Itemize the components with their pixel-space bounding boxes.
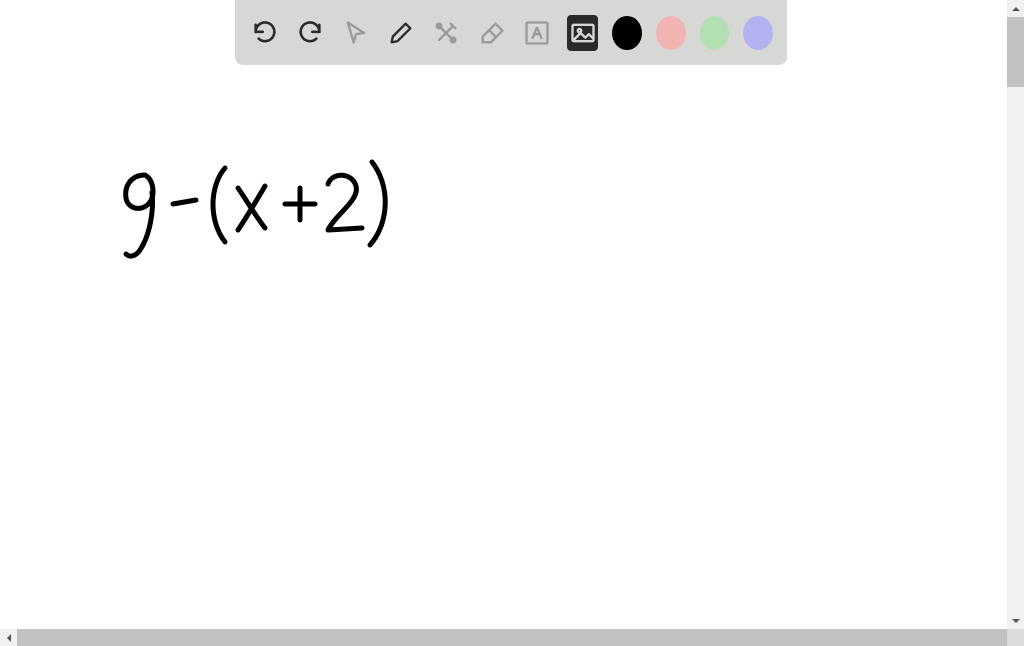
- undo-button[interactable]: [249, 15, 280, 51]
- vertical-scroll-thumb[interactable]: [1007, 17, 1024, 87]
- handwritten-content: 9 - (x + 2): [110, 150, 410, 270]
- horizontal-scroll-thumb[interactable]: [17, 629, 1007, 646]
- undo-icon: [251, 19, 279, 47]
- color-green[interactable]: [700, 16, 730, 50]
- text-button[interactable]: [522, 15, 553, 51]
- text-icon: [523, 19, 551, 47]
- eraser-button[interactable]: [476, 15, 507, 51]
- color-black[interactable]: [612, 16, 642, 50]
- chevron-down-icon: [1011, 616, 1021, 626]
- image-button[interactable]: [567, 15, 598, 51]
- color-pink[interactable]: [656, 16, 686, 50]
- tools-button[interactable]: [431, 15, 462, 51]
- tools-icon: [432, 19, 460, 47]
- chevron-left-icon: [4, 633, 14, 643]
- vertical-scrollbar[interactable]: [1007, 0, 1024, 629]
- horizontal-scrollbar[interactable]: [0, 629, 1024, 646]
- redo-button[interactable]: [294, 15, 325, 51]
- scroll-left-arrow[interactable]: [0, 629, 17, 646]
- scroll-up-arrow[interactable]: [1007, 0, 1024, 17]
- eraser-icon: [478, 19, 506, 47]
- pointer-button[interactable]: [340, 15, 371, 51]
- toolbar: [235, 0, 787, 65]
- redo-icon: [296, 19, 324, 47]
- pen-icon: [387, 19, 415, 47]
- scroll-corner: [1007, 629, 1024, 646]
- pointer-icon: [342, 19, 370, 47]
- vertical-scroll-track[interactable]: [1007, 17, 1024, 612]
- horizontal-scroll-track[interactable]: [17, 629, 1007, 646]
- pen-button[interactable]: [385, 15, 416, 51]
- color-purple[interactable]: [743, 16, 773, 50]
- chevron-up-icon: [1011, 4, 1021, 14]
- drawing-canvas[interactable]: 9 - (x + 2): [0, 0, 1007, 629]
- image-icon: [569, 19, 597, 47]
- scroll-down-arrow[interactable]: [1007, 612, 1024, 629]
